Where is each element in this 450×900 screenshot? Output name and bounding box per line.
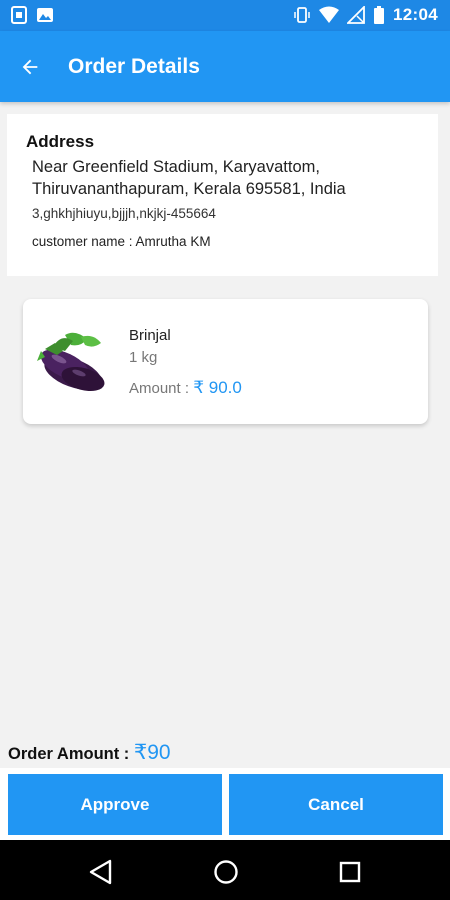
- item-amount-value: ₹ 90.0: [193, 378, 242, 397]
- status-right-icons: 12:04: [293, 5, 438, 25]
- arrow-left-icon: [22, 59, 38, 75]
- gallery-icon: [37, 8, 53, 22]
- order-amount-label: Order Amount :: [8, 745, 134, 763]
- wifi-icon: [319, 6, 340, 23]
- nav-recent-button[interactable]: [336, 858, 364, 886]
- nav-back-button[interactable]: [87, 858, 115, 886]
- customer-name-label: customer name :: [32, 234, 136, 249]
- brinjal-image: [37, 332, 105, 392]
- status-bar: 12:04: [0, 0, 450, 31]
- action-button-bar: Approve Cancel: [0, 768, 450, 840]
- battery-icon: [374, 6, 385, 24]
- item-amount-label: Amount :: [129, 380, 194, 397]
- nav-home-button[interactable]: [212, 858, 240, 886]
- no-signal-icon: [347, 6, 365, 24]
- item-quantity: 1 kg: [129, 349, 158, 366]
- status-time: 12:04: [393, 5, 438, 24]
- customer-name: Amrutha KM: [135, 234, 211, 249]
- nav-home-icon: [214, 860, 238, 884]
- status-left-icons: [10, 6, 54, 24]
- app-bar: Order Details: [0, 31, 450, 102]
- order-amount-value: ₹90: [133, 741, 171, 764]
- order-amount-row: Order Amount : ₹90: [8, 740, 171, 765]
- screenshot-app-icon: [11, 6, 27, 24]
- item-name: Brinjal: [129, 327, 171, 344]
- nav-back-icon: [89, 859, 112, 885]
- back-button[interactable]: [12, 49, 48, 85]
- approve-button[interactable]: Approve: [8, 774, 222, 835]
- address-line-1: Near Greenfield Stadium, Karyavattom,: [32, 158, 320, 176]
- address-line-2: Thiruvananthapuram, Kerala 695581, India: [32, 180, 346, 198]
- address-heading: Address: [26, 132, 95, 151]
- vibrate-icon: [294, 7, 310, 23]
- system-nav-bar: [0, 840, 450, 900]
- customer-name-row: customer name : Amrutha KM: [32, 234, 211, 249]
- address-card: Address Near Greenfield Stadium, Karyava…: [7, 114, 438, 276]
- cancel-button[interactable]: Cancel: [229, 774, 443, 835]
- order-item-card[interactable]: Brinjal 1 kg Amount : ₹ 90.0: [23, 299, 428, 424]
- page-title: Order Details: [68, 55, 200, 78]
- item-amount-row: Amount : ₹ 90.0: [129, 378, 242, 398]
- address-line-3: 3,ghkhjhiuyu,bjjjh,nkjkj-455664: [32, 206, 216, 221]
- nav-recent-icon: [339, 861, 361, 883]
